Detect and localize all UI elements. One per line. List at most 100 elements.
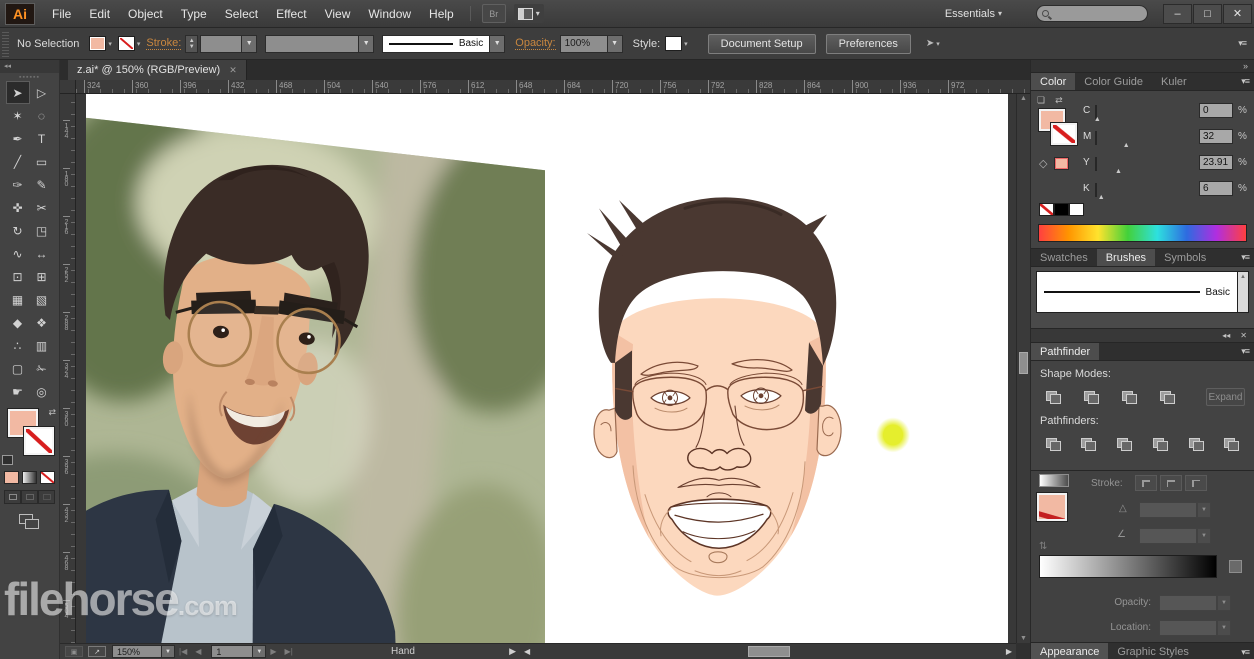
- yellow-anchor-dot[interactable]: [876, 417, 910, 452]
- shape-builder-tool[interactable]: ⊡: [6, 265, 30, 288]
- menu-type[interactable]: Type: [172, 7, 216, 21]
- gradient-stop-swatch[interactable]: [1229, 560, 1242, 573]
- close-button[interactable]: ✕: [1223, 4, 1252, 24]
- tab-brushes[interactable]: Brushes: [1097, 249, 1155, 266]
- vector-face-illustration[interactable]: [587, 197, 841, 595]
- crop-icon[interactable]: [1147, 434, 1173, 454]
- tab-close-icon[interactable]: ✕: [229, 65, 237, 76]
- minus-back-icon[interactable]: [1219, 434, 1245, 454]
- menu-effect[interactable]: Effect: [267, 7, 315, 21]
- channel-value-field[interactable]: 23.91: [1199, 155, 1233, 170]
- vertical-scroll-thumb[interactable]: [1019, 352, 1028, 374]
- gradient-slider[interactable]: [1039, 555, 1217, 578]
- channel-slider[interactable]: [1095, 131, 1097, 145]
- next-artboard-button[interactable]: ▶: [266, 647, 280, 656]
- zoom-tool[interactable]: ◎: [30, 380, 54, 403]
- minus-front-icon[interactable]: [1078, 387, 1104, 407]
- panel-menu-icon[interactable]: ▾≡: [1241, 73, 1254, 90]
- color-group-icon[interactable]: ❏: [1037, 95, 1045, 106]
- in-gamut-swatch[interactable]: [1054, 157, 1069, 170]
- stroke-dropdown-icon[interactable]: ▾: [137, 40, 141, 48]
- slice-tool[interactable]: ✁: [30, 357, 54, 380]
- previous-artboard-button[interactable]: ◀: [191, 647, 205, 656]
- stroke-weight-dropdown-icon[interactable]: ▼: [242, 35, 257, 53]
- blend-tool[interactable]: ❖: [30, 311, 54, 334]
- go-to-bridge-icon[interactable]: Br: [482, 4, 506, 23]
- direct-selection-tool[interactable]: ▷: [30, 81, 54, 104]
- draw-behind-button[interactable]: [21, 490, 38, 504]
- rectangle-tool[interactable]: ▭: [30, 150, 54, 173]
- gradient-aspect-dropdown-icon[interactable]: ▼: [1197, 528, 1211, 544]
- workspace-switcher[interactable]: Essentials ▾: [935, 8, 1012, 20]
- scroll-up-icon[interactable]: ▲: [1017, 95, 1030, 102]
- search-box[interactable]: [1036, 5, 1148, 22]
- artboard-tool[interactable]: ▢: [6, 357, 30, 380]
- horizontal-scrollbar[interactable]: ◀ ▶: [520, 643, 1016, 659]
- perspective-grid-tool[interactable]: ⊞: [30, 265, 54, 288]
- tab-color[interactable]: Color: [1031, 73, 1075, 90]
- scroll-down-icon[interactable]: ▼: [1017, 635, 1030, 642]
- vertical-scrollbar[interactable]: ▲ ▼: [1016, 94, 1030, 643]
- white-swatch[interactable]: [1069, 203, 1084, 216]
- fill-color-swatch[interactable]: [89, 36, 106, 51]
- stroke-across-button[interactable]: [1185, 475, 1207, 491]
- channel-value-field[interactable]: 32: [1199, 129, 1233, 144]
- expand-button[interactable]: Expand: [1206, 388, 1245, 406]
- document-tab[interactable]: z.ai* @ 150% (RGB/Preview) ✕: [68, 60, 247, 80]
- paintbrush-tool[interactable]: ✑: [6, 173, 30, 196]
- style-swatch[interactable]: [665, 36, 682, 51]
- gradient-location-dropdown-icon[interactable]: ▼: [1217, 620, 1231, 636]
- trim-icon[interactable]: [1076, 434, 1102, 454]
- tool-palette-collapse-icon[interactable]: ◂◂: [0, 60, 59, 73]
- out-of-gamut-cube-icon[interactable]: ◇: [1039, 157, 1047, 170]
- control-bar-grip[interactable]: [2, 31, 9, 57]
- draw-inside-button[interactable]: [38, 490, 55, 504]
- line-segment-tool[interactable]: ╱: [6, 150, 30, 173]
- divide-icon[interactable]: [1040, 434, 1066, 454]
- panel-menu-icon[interactable]: ▾≡: [1241, 249, 1254, 266]
- selection-tool[interactable]: ➤: [6, 81, 30, 104]
- default-fill-stroke-icon[interactable]: [2, 455, 13, 465]
- menu-file[interactable]: File: [43, 7, 80, 21]
- swap-colors-icon[interactable]: ⇄: [1055, 95, 1063, 106]
- symbol-sprayer-tool[interactable]: ∴: [6, 334, 30, 357]
- brush-dropdown-icon[interactable]: ▼: [490, 35, 505, 53]
- tab-color-guide[interactable]: Color Guide: [1075, 73, 1152, 90]
- scroll-left-icon[interactable]: ◀: [520, 647, 534, 656]
- pen-tool[interactable]: ✒: [6, 127, 30, 150]
- stroke-along-button[interactable]: [1160, 475, 1182, 491]
- none-swatch[interactable]: [1039, 203, 1054, 216]
- variable-width-profile-select[interactable]: [265, 35, 359, 53]
- blob-brush-tool[interactable]: ✜: [6, 196, 30, 219]
- fill-dropdown-icon[interactable]: ▾: [108, 40, 112, 48]
- arrange-documents-icon[interactable]: ▾: [514, 4, 544, 23]
- zoom-dropdown-icon[interactable]: ▼: [162, 645, 175, 658]
- swap-fill-stroke-icon[interactable]: ⇄: [48, 407, 56, 418]
- gradient-opacity-field[interactable]: [1159, 595, 1217, 611]
- artboard-dropdown-icon[interactable]: ▼: [253, 645, 266, 658]
- gradient-opacity-dropdown-icon[interactable]: ▼: [1217, 595, 1231, 611]
- color-spectrum-bar[interactable]: [1038, 224, 1247, 242]
- ruler-corner[interactable]: [60, 80, 76, 94]
- tab-symbols[interactable]: Symbols: [1155, 249, 1215, 266]
- share-icon[interactable]: ↗: [88, 646, 106, 657]
- gradient-aspect-field[interactable]: [1139, 528, 1197, 544]
- color-mode-button[interactable]: [4, 471, 19, 484]
- maximize-button[interactable]: □: [1193, 4, 1222, 24]
- horizontal-scroll-thumb[interactable]: [748, 646, 790, 657]
- photo-reference-image[interactable]: [86, 94, 619, 643]
- menu-edit[interactable]: Edit: [80, 7, 119, 21]
- outline-icon[interactable]: [1183, 434, 1209, 454]
- gradient-fill-proxy[interactable]: [1037, 493, 1067, 521]
- brush-definition-select[interactable]: Basic: [382, 35, 490, 53]
- pencil-tool[interactable]: ✎: [30, 173, 54, 196]
- black-swatch[interactable]: [1054, 203, 1069, 216]
- preferences-button[interactable]: Preferences: [826, 34, 911, 54]
- stroke-proxy-swatch[interactable]: [24, 427, 54, 455]
- panel-close-icon[interactable]: ✕: [1240, 331, 1247, 340]
- slider-marker-icon[interactable]: ▲: [1098, 194, 1105, 201]
- exclude-icon[interactable]: [1154, 387, 1180, 407]
- color-stroke-proxy[interactable]: [1051, 123, 1077, 145]
- minimize-button[interactable]: –: [1163, 4, 1192, 24]
- mesh-tool[interactable]: ▦: [6, 288, 30, 311]
